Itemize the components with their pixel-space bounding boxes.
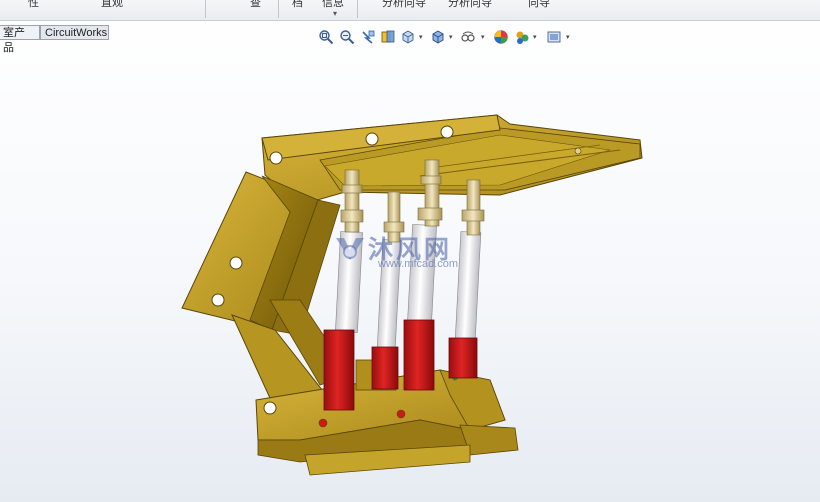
hydraulic-leg-4[interactable] [448, 179, 485, 379]
hydraulic-leg-3[interactable] [403, 159, 443, 391]
watermark-logo-icon [336, 238, 364, 260]
canopy-beam[interactable] [261, 114, 643, 206]
watermark-url: www.mfcad.com [378, 258, 459, 270]
hydraulic-leg-2[interactable] [371, 191, 405, 390]
